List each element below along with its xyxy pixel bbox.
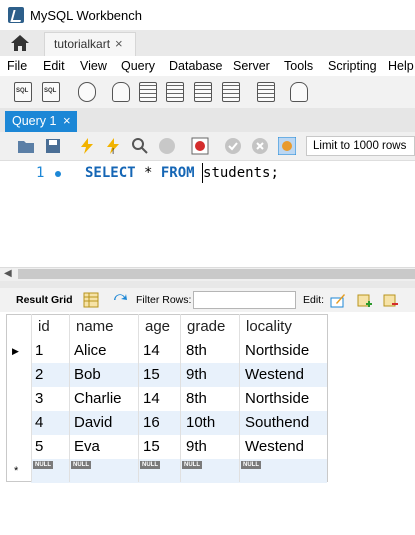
line-number: 1 <box>36 165 45 181</box>
open-sql-file-icon[interactable] <box>42 82 60 102</box>
sql-keyword-from: FROM <box>160 165 195 181</box>
connection-tab-label: tutorialkart <box>54 37 111 51</box>
info-icon[interactable] <box>78 82 96 102</box>
edit-row-icon[interactable] <box>330 292 346 308</box>
cell-id[interactable]: 5 <box>29 435 66 459</box>
cell-age[interactable]: 16 <box>137 411 178 435</box>
autocommit-icon[interactable] <box>278 137 296 155</box>
cell-grade[interactable]: 8th <box>180 387 238 411</box>
cell-id[interactable]: 3 <box>29 387 66 411</box>
cell-id[interactable]: 2 <box>29 363 66 387</box>
new-sql-tab-icon[interactable] <box>14 82 32 102</box>
sql-star: * <box>135 165 161 181</box>
text-caret <box>202 163 203 183</box>
rollback-icon[interactable] <box>251 137 269 155</box>
sql-keyword-select: SELECT <box>85 165 136 181</box>
cell-grade[interactable]: 9th <box>180 435 238 459</box>
cell-age[interactable]: 14 <box>137 387 178 411</box>
stop-icon[interactable] <box>158 137 176 155</box>
cell-name[interactable]: Eva <box>68 435 136 459</box>
null-badge[interactable]: NULL <box>140 461 160 469</box>
cell-name[interactable]: David <box>68 411 136 435</box>
search-table-icon[interactable] <box>257 82 275 102</box>
menu-query[interactable]: Query <box>121 59 155 73</box>
column-header-grade[interactable]: grade <box>181 315 239 339</box>
new-schema-icon[interactable] <box>112 82 130 102</box>
mysql-workbench-logo-icon <box>8 7 24 23</box>
save-icon[interactable] <box>44 137 62 155</box>
new-row-indicator-icon: * <box>14 465 19 477</box>
null-badge[interactable]: NULL <box>182 461 202 469</box>
cell-grade[interactable]: 9th <box>180 363 238 387</box>
result-grid-icon[interactable] <box>83 292 99 308</box>
filter-rows-input[interactable] <box>193 291 296 309</box>
cell-locality[interactable]: Westend <box>239 363 327 387</box>
cell-name[interactable]: Charlie <box>68 387 136 411</box>
toggle-error-icon[interactable] <box>191 137 209 155</box>
open-file-icon[interactable] <box>17 137 35 155</box>
cell-grade[interactable]: 10th <box>180 411 238 435</box>
new-table-icon[interactable] <box>139 82 157 102</box>
null-badge[interactable]: NULL <box>33 461 53 469</box>
current-row-indicator-icon: ▶ <box>12 346 19 356</box>
panel-splitter[interactable] <box>0 281 415 288</box>
cell-id[interactable]: 4 <box>29 411 66 435</box>
explain-icon[interactable] <box>131 137 149 155</box>
scroll-left-arrow-icon[interactable]: ◀ <box>4 268 12 279</box>
limit-rows-label: Limit to 1000 rows <box>313 140 407 152</box>
sql-table-name: students; <box>194 165 279 181</box>
menu-scripting[interactable]: Scripting <box>328 59 377 73</box>
statement-marker-icon <box>55 171 61 177</box>
query-tab-label: Query 1 <box>12 114 57 128</box>
cell-name[interactable]: Bob <box>68 363 136 387</box>
commit-icon[interactable] <box>224 137 242 155</box>
menu-file[interactable]: File <box>7 59 27 73</box>
cell-locality[interactable]: Northside <box>239 387 327 411</box>
cell-age[interactable]: 15 <box>137 435 178 459</box>
edit-label: Edit: <box>303 294 325 306</box>
cell-grade[interactable]: 8th <box>180 339 238 363</box>
new-function-icon[interactable] <box>222 82 240 102</box>
column-header-name[interactable]: name <box>70 315 138 339</box>
execute-current-icon[interactable]: I <box>104 137 122 155</box>
cell-locality[interactable]: Westend <box>239 435 327 459</box>
reconnect-icon[interactable] <box>290 82 308 102</box>
column-header-age[interactable]: age <box>139 315 180 339</box>
menu-database[interactable]: Database <box>169 59 223 73</box>
delete-row-icon[interactable] <box>383 292 399 308</box>
column-header-locality[interactable]: locality <box>240 315 327 339</box>
menu-server[interactable]: Server <box>233 59 270 73</box>
column-header-id[interactable]: id <box>32 315 69 339</box>
cell-age[interactable]: 15 <box>137 363 178 387</box>
cell-id[interactable]: 1 <box>29 339 66 363</box>
null-badge[interactable]: NULL <box>241 461 261 469</box>
null-badge[interactable]: NULL <box>71 461 91 469</box>
cell-age[interactable]: 14 <box>137 339 178 363</box>
menu-view[interactable]: View <box>80 59 107 73</box>
sql-statement[interactable]: SELECT * FROM students; <box>85 165 279 181</box>
menu-help[interactable]: Help <box>388 59 414 73</box>
menu-tools[interactable]: Tools <box>284 59 313 73</box>
svg-text:I: I <box>112 147 114 155</box>
execute-icon[interactable] <box>78 137 96 155</box>
cell-locality[interactable]: Southend <box>239 411 327 435</box>
query-tab-close-icon[interactable]: × <box>63 113 71 128</box>
cell-locality[interactable]: Northside <box>239 339 327 363</box>
new-procedure-icon[interactable] <box>194 82 212 102</box>
scrollbar-thumb[interactable] <box>18 269 415 279</box>
add-row-icon[interactable] <box>357 292 373 308</box>
menu-edit[interactable]: Edit <box>43 59 65 73</box>
window-title: MySQL Workbench <box>30 8 142 23</box>
new-view-icon[interactable] <box>166 82 184 102</box>
refresh-icon[interactable] <box>112 292 128 308</box>
filter-rows-label: Filter Rows: <box>136 294 192 306</box>
connection-tab-close-icon[interactable]: × <box>115 36 123 51</box>
home-icon[interactable] <box>10 34 30 52</box>
result-grid-label[interactable]: Result Grid <box>16 294 73 306</box>
cell-name[interactable]: Alice <box>68 339 136 363</box>
